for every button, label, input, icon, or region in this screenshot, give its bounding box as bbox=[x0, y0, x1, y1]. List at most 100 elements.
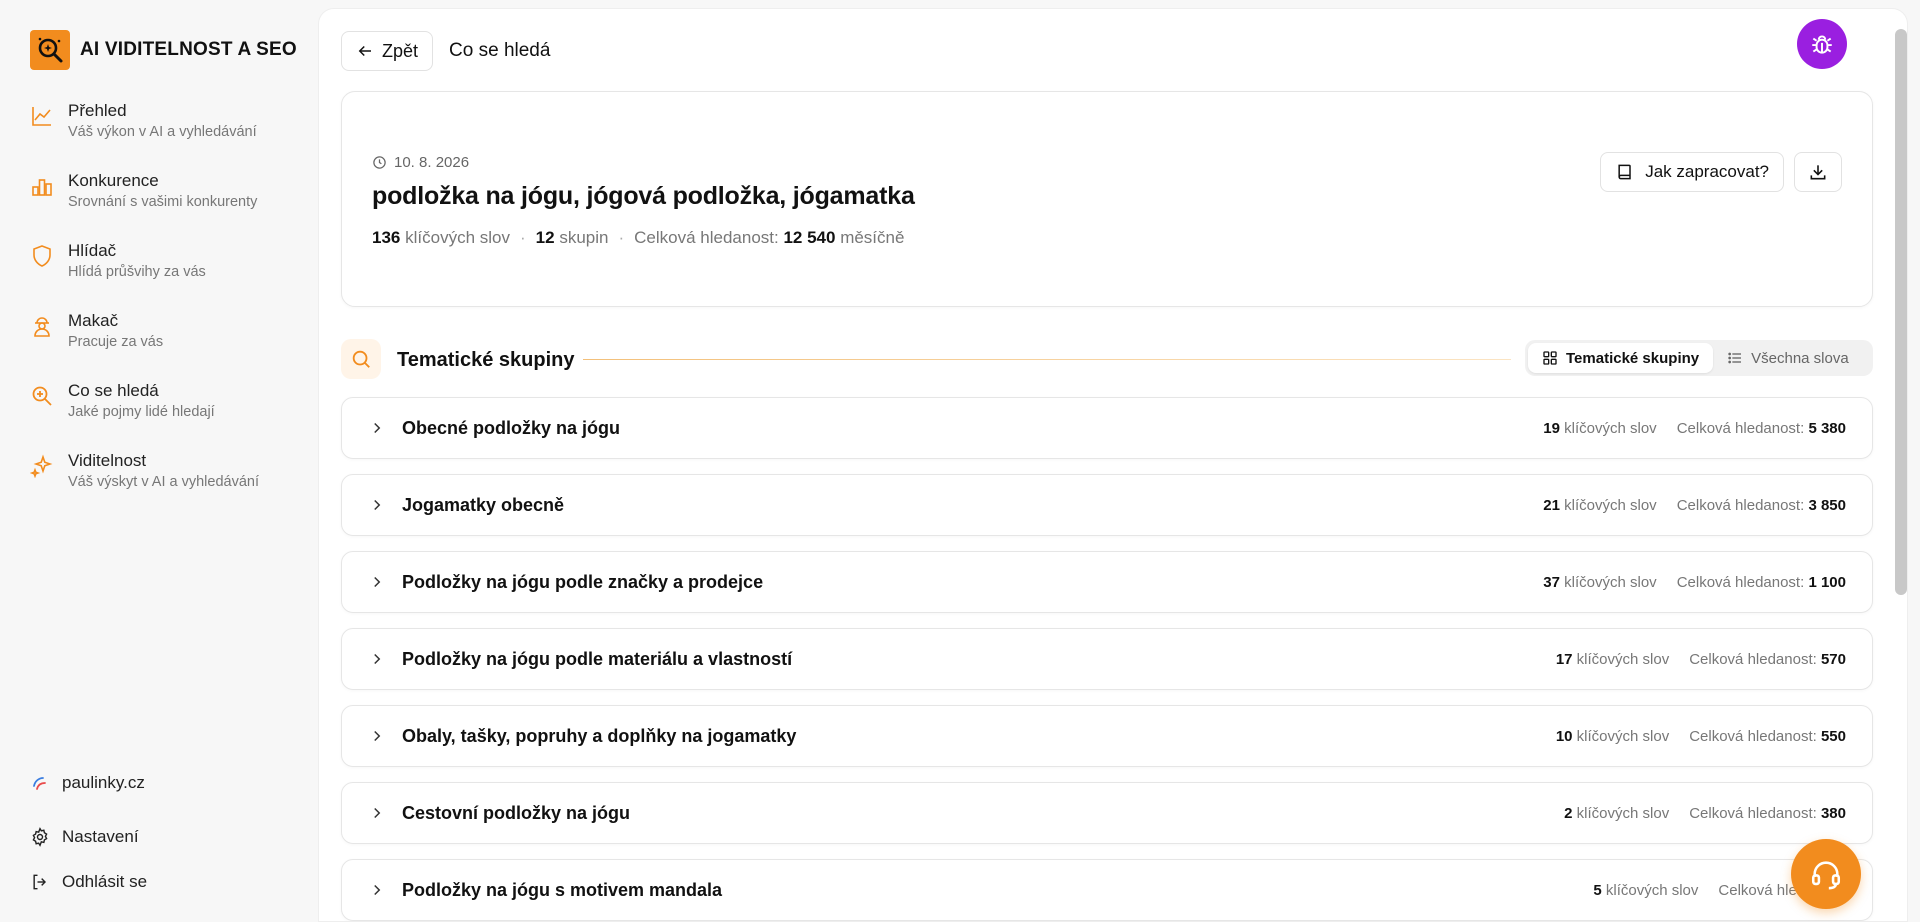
group-keywords-label: klíčových slov bbox=[1576, 727, 1670, 745]
download-button[interactable] bbox=[1794, 152, 1842, 192]
keywords-stat: 136 klíčových slov bbox=[372, 228, 510, 248]
group-keyword-count: 37 bbox=[1543, 573, 1560, 591]
group-list: Obecné podložky na jógu 19 klíčových slo… bbox=[341, 397, 1873, 921]
scrollbar[interactable] bbox=[1895, 29, 1907, 595]
group-keyword-count: 19 bbox=[1543, 419, 1560, 437]
group-keyword-count: 10 bbox=[1555, 727, 1573, 745]
group-keywords-label: klíčových slov bbox=[1576, 804, 1670, 822]
sidebar-logout-wrap: Odhlásit se bbox=[30, 867, 280, 897]
keywords-label: klíčových slov bbox=[405, 228, 510, 247]
back-button[interactable]: Zpět bbox=[341, 31, 434, 71]
group-total-label: Celková hledanost: bbox=[1676, 496, 1805, 514]
sparkle-icon bbox=[30, 454, 53, 478]
group-total-label: Celková hledanost: bbox=[1689, 650, 1817, 668]
group-total-value: 550 bbox=[1820, 727, 1846, 745]
section-title: Tematické skupiny bbox=[397, 349, 575, 371]
group-total: Celková hledanost: 570 bbox=[1689, 651, 1846, 668]
download-icon bbox=[1810, 165, 1826, 180]
shield-icon bbox=[33, 245, 51, 267]
sidebar-item-viditelnost[interactable]: Viditelnost Váš výskyt v AI a vyhledáván… bbox=[30, 450, 300, 520]
group-keywords: 10 klíčových slov bbox=[1556, 728, 1669, 745]
group-row[interactable]: Cestovní podložky na jógu 2 klíčových sl… bbox=[341, 782, 1873, 844]
hero-actions: Jak zapracovat? bbox=[1600, 152, 1842, 192]
group-keywords-label: klíčových slov bbox=[1576, 650, 1670, 668]
sidebar-item-title: Přehled bbox=[68, 101, 127, 120]
group-row[interactable]: Podložky na jógu podle materiálu a vlast… bbox=[341, 628, 1873, 690]
section-header: Tematické skupiny Tematické skupiny Všec… bbox=[341, 339, 1873, 381]
site-switcher[interactable]: paulinky.cz bbox=[30, 768, 280, 798]
sidebar-item-hlidac[interactable]: Hlídač Hlídá průšvihy za vás bbox=[30, 240, 300, 310]
query-date: 10. 8. 2026 bbox=[394, 154, 470, 171]
settings-link[interactable]: Nastavení bbox=[30, 822, 280, 852]
group-keywords: 2 klíčových slov bbox=[1564, 805, 1669, 822]
logout-label: Odhlásit se bbox=[62, 872, 148, 891]
group-meta: 10 klíčových slov Celková hledanost: 550 bbox=[1556, 728, 1846, 745]
group-name: Podložky na jógu podle značky a prodejce bbox=[402, 571, 764, 592]
group-row[interactable]: Obaly, tašky, popruhy a doplňky na jogam… bbox=[341, 705, 1873, 767]
chevron-right-icon bbox=[374, 653, 381, 665]
toggle-groups[interactable]: Tematické skupiny bbox=[1528, 343, 1714, 373]
toggle-all-words[interactable]: Všechna slova bbox=[1713, 343, 1863, 373]
logout-icon bbox=[33, 874, 47, 890]
sidebar-item-makac[interactable]: Makač Pracuje za vás bbox=[30, 310, 300, 380]
query-stats: 136 klíčových slov · 12 skupin · Celková… bbox=[372, 228, 904, 248]
brand-name: AI VIDITELNOST A SEO bbox=[80, 39, 297, 60]
query-title: podložka na jógu, jógová podložka, jógam… bbox=[372, 182, 915, 210]
total-value: 12 540 bbox=[783, 228, 836, 247]
arrow-left-icon bbox=[358, 45, 371, 57]
search-icon bbox=[341, 339, 381, 379]
group-meta: 17 klíčových slov Celková hledanost: 570 bbox=[1556, 651, 1846, 668]
group-keyword-count: 21 bbox=[1543, 496, 1560, 514]
sidebar-item-prehled[interactable]: Přehled Váš výkon v AI a vyhledávání bbox=[30, 100, 300, 170]
group-total-label: Celková hledanost: bbox=[1676, 573, 1805, 591]
toggle-groups-label: Tematické skupiny bbox=[1566, 349, 1700, 367]
search-icon bbox=[32, 386, 52, 406]
groups-label: skupin bbox=[559, 228, 609, 247]
group-keywords-label: klíčových slov bbox=[1564, 573, 1657, 591]
sidebar-item-subtitle: Jaké pojmy lidé hledají bbox=[68, 404, 215, 420]
sidebar-nav: Přehled Váš výkon v AI a vyhledávání Kon… bbox=[30, 100, 300, 520]
how-to-apply-button[interactable]: Jak zapracovat? bbox=[1600, 152, 1784, 192]
group-total: Celková hledanost: 380 bbox=[1689, 805, 1846, 822]
app: AI VIDITELNOST A SEO Přehled Váš výkon v… bbox=[0, 0, 1920, 922]
topbar: Zpět Co se hledá bbox=[341, 31, 550, 71]
group-row[interactable]: Podložky na jógu podle značky a prodejce… bbox=[341, 551, 1873, 613]
group-row[interactable]: Obecné podložky na jógu 19 klíčových slo… bbox=[341, 397, 1873, 459]
grid-icon bbox=[1543, 351, 1557, 365]
logout-link[interactable]: Odhlásit se bbox=[30, 867, 280, 897]
group-total-value: 5 380 bbox=[1808, 419, 1846, 437]
group-keyword-count: 17 bbox=[1555, 650, 1573, 668]
group-keywords-label: klíčových slov bbox=[1564, 419, 1657, 437]
group-name: Jogamatky obecně bbox=[402, 494, 565, 515]
group-keyword-count: 5 bbox=[1593, 881, 1602, 899]
back-label: Zpět bbox=[382, 40, 419, 61]
sidebar-item-subtitle: Váš výkon v AI a vyhledávání bbox=[68, 124, 257, 140]
book-icon bbox=[1618, 164, 1631, 180]
view-toggle: Tematické skupiny Všechna slova bbox=[1525, 340, 1873, 376]
gear-icon bbox=[32, 827, 48, 847]
group-total-label: Celková hledanost: bbox=[1689, 727, 1817, 745]
sidebar-item-co-se-hleda[interactable]: Co se hledá Jaké pojmy lidé hledají bbox=[30, 380, 300, 450]
group-meta: 19 klíčových slov Celková hledanost: 5 3… bbox=[1543, 420, 1846, 437]
groups-count: 12 bbox=[535, 228, 555, 247]
sidebar-item-subtitle: Pracuje za vás bbox=[68, 334, 164, 350]
group-row[interactable]: Podložky na jógu s motivem mandala 5 klí… bbox=[341, 859, 1873, 921]
chart-line-icon bbox=[32, 107, 51, 126]
groups-stat: 12 skupin bbox=[536, 228, 609, 248]
bug-report-button[interactable] bbox=[1797, 19, 1847, 69]
group-name: Cestovní podložky na jógu bbox=[402, 802, 631, 823]
support-chat-button[interactable] bbox=[1791, 839, 1861, 909]
separator-dot: · bbox=[519, 228, 526, 247]
group-row[interactable]: Jogamatky obecně 21 klíčových slov Celko… bbox=[341, 474, 1873, 536]
group-keywords: 21 klíčových slov bbox=[1543, 497, 1656, 514]
group-keywords: 5 klíčových slov bbox=[1593, 882, 1698, 899]
sidebar: AI VIDITELNOST A SEO Přehled Váš výkon v… bbox=[0, 0, 318, 922]
group-meta: 37 klíčových slov Celková hledanost: 1 1… bbox=[1543, 574, 1846, 591]
sidebar-bottom: paulinky.cz bbox=[30, 768, 280, 798]
sidebar-item-konkurence[interactable]: Konkurence Srovnání s vašimi konkurenty bbox=[30, 170, 300, 240]
group-name: Podložky na jógu s motivem mandala bbox=[402, 879, 723, 900]
brand-logo[interactable]: AI VIDITELNOST A SEO bbox=[30, 30, 297, 70]
sidebar-item-title: Co se hledá bbox=[68, 381, 159, 400]
group-total-label: Celková hledanost: bbox=[1689, 804, 1817, 822]
group-total-label: Celková hledanost: bbox=[1676, 419, 1805, 437]
